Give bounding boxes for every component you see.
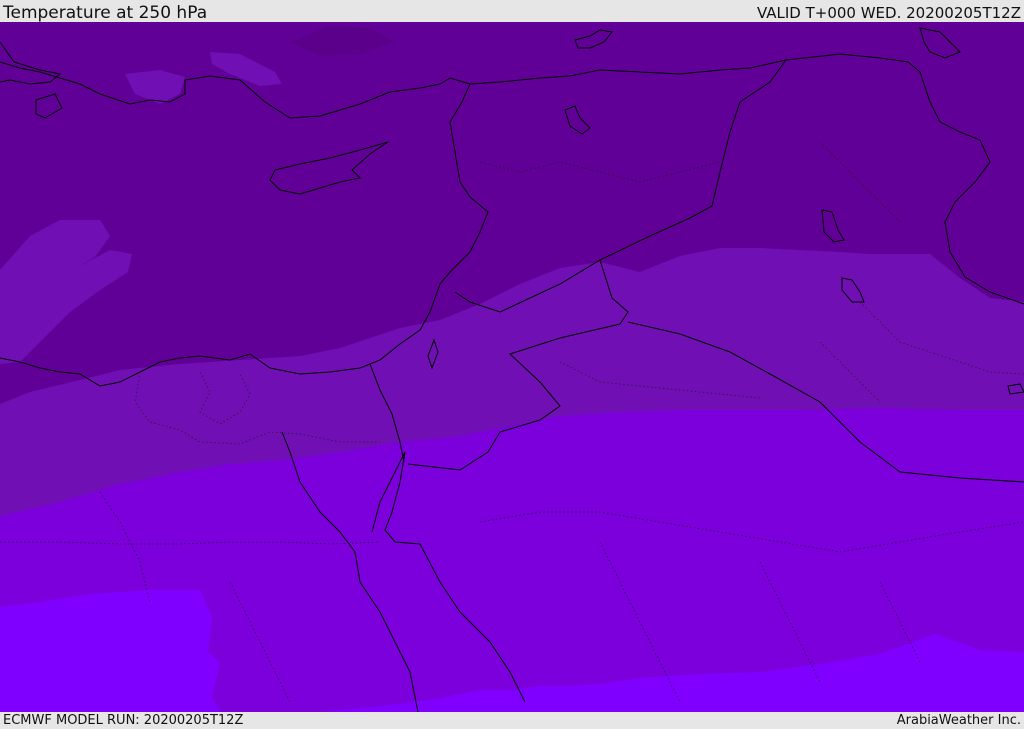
map-panel[interactable] [0,22,1024,712]
header-bar: Temperature at 250 hPa VALID T+000 WED. … [0,0,1024,23]
footer-bar: ECMWF MODEL RUN: 20200205T12Z ArabiaWeat… [0,712,1024,729]
chart-title: Temperature at 250 hPa [3,3,208,23]
model-run-label: ECMWF MODEL RUN: 20200205T12Z [3,713,244,728]
map-svg[interactable] [0,22,1024,712]
credit-label: ArabiaWeather Inc. [896,713,1021,728]
valid-time: VALID T+000 WED. 20200205T12Z [756,4,1021,22]
